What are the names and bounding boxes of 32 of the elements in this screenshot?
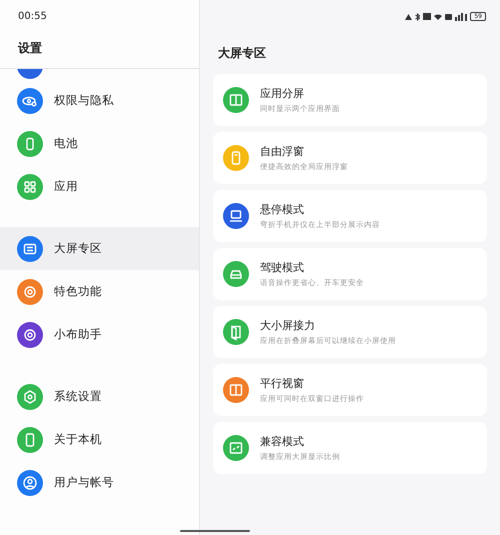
bluetooth-icon: [415, 12, 420, 20]
sidebar-item[interactable]: 大屏专区: [0, 227, 199, 270]
sidebar-item[interactable]: 应用: [0, 165, 199, 208]
card-title: 大小屏接力: [260, 318, 316, 333]
card-title: 悬停模式: [260, 202, 305, 217]
card-title: 自由浮窗: [260, 144, 305, 159]
signal-icon: [455, 12, 468, 20]
user-icon: [17, 470, 43, 496]
sidebar-title: 设置: [18, 40, 43, 57]
card-title: 驾驶模式: [260, 260, 305, 275]
hex-icon: [17, 384, 43, 410]
sidebar-item[interactable]: 电池: [0, 122, 199, 165]
home-indicator: [180, 530, 250, 532]
status-time: 00:55: [18, 11, 48, 22]
sidebar-item[interactable]: 系统设置: [0, 375, 199, 418]
ring-icon: [17, 322, 43, 348]
sliders-icon: [17, 236, 43, 262]
ring-icon: [17, 278, 43, 304]
card-title: 应用分屏: [260, 86, 305, 101]
sidebar-item[interactable]: 小布助手: [0, 313, 199, 356]
sidebar-item[interactable]: 用户与帐号: [0, 461, 199, 504]
battery-icon: [17, 130, 43, 156]
phone-icon: [17, 426, 43, 452]
grid-icon: [17, 174, 43, 200]
sidebar-item[interactable]: 关于本机: [0, 418, 199, 461]
card-title: 平行视窗: [260, 376, 305, 391]
card-title: 兼容模式: [260, 434, 305, 449]
section-title: 大屏专区: [218, 45, 267, 62]
eye-icon: [17, 88, 43, 114]
sidebar-item[interactable]: 特色功能: [0, 270, 199, 313]
wifi-icon: [434, 14, 442, 20]
sidebar-item[interactable]: 权限与隐私: [0, 79, 199, 122]
